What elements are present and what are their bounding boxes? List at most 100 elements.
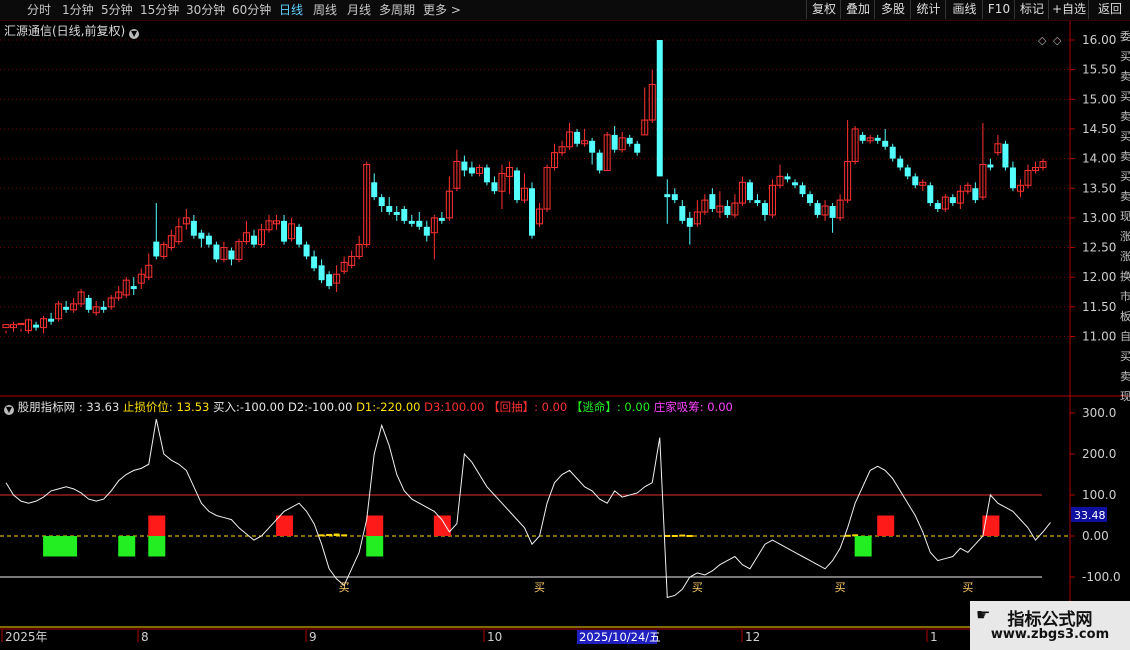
price-tick-label: 15.50 <box>1082 63 1116 77</box>
candle-body-down <box>33 324 40 328</box>
candle-body-down <box>311 256 318 269</box>
candle-body-down <box>386 206 393 212</box>
side-char: 板 <box>1120 310 1130 323</box>
candle-body-down <box>416 220 423 227</box>
candle-body-down <box>671 194 678 201</box>
candle-body-down <box>408 220 415 224</box>
period-tab-8[interactable]: 月线 <box>347 2 371 18</box>
candle-body-down <box>792 182 799 186</box>
period-tab-2[interactable]: 5分钟 <box>101 2 133 18</box>
period-tab-1[interactable]: 1分钟 <box>62 2 94 18</box>
side-char: 卖 <box>1120 190 1130 203</box>
green-signal-block <box>854 536 872 557</box>
toolbar-button-3[interactable]: 统计 <box>910 0 946 19</box>
yellow-bar <box>326 533 333 536</box>
candle-body-down <box>574 131 581 144</box>
period-tab-7[interactable]: 周线 <box>313 2 337 18</box>
price-tick-label: 15.00 <box>1082 92 1116 106</box>
toolbar-button-2[interactable]: 多股 <box>874 0 911 19</box>
side-char: 买 <box>1120 170 1130 183</box>
toolbar-button-6[interactable]: 标记 <box>1014 0 1049 19</box>
date-label: 1 <box>930 630 938 644</box>
buy-marker: 买 <box>835 581 846 594</box>
yellow-bar <box>341 534 348 537</box>
candle-body-down <box>48 318 55 322</box>
price-tick-label: 12.00 <box>1082 270 1116 284</box>
candle-body-down <box>897 158 904 168</box>
date-label: 10 <box>487 630 502 644</box>
ind-tick-label: 200.0 <box>1082 447 1116 461</box>
toolbar-button-4[interactable]: 画线 <box>945 0 983 19</box>
candle-body-down <box>326 274 333 287</box>
side-char: 涨 <box>1120 250 1130 263</box>
period-toolbar: 分时 1分钟 5分钟 15分钟 30分钟 60分钟 日线 周线 月线 多周期 更多 > 复权 叠加 多股统… <box>0 0 1130 21</box>
period-tab-3[interactable]: 15分钟 <box>140 2 179 18</box>
period-tab-9[interactable]: 多周期 <box>379 2 415 18</box>
diamond-icon: ◇ <box>1053 34 1062 47</box>
date-label: 9 <box>309 630 317 644</box>
period-tab-5[interactable]: 60分钟 <box>232 2 271 18</box>
candle-body-down <box>303 244 310 257</box>
period-tab-4[interactable]: 30分钟 <box>186 2 225 18</box>
candle-body-down <box>664 194 671 198</box>
ind-tick-label: 100.0 <box>1082 488 1116 502</box>
candle-body-down <box>912 176 919 186</box>
green-signal-block <box>118 536 136 557</box>
candle-body-down <box>205 235 212 245</box>
candle-body-down <box>927 185 934 204</box>
side-char: 现 <box>1120 390 1130 403</box>
candle-body-down <box>371 182 378 198</box>
date-label: 12 <box>745 630 760 644</box>
price-tick-label: 12.50 <box>1082 241 1116 255</box>
candle-body-down <box>250 235 257 245</box>
candle-body-down <box>529 188 536 236</box>
side-char: 换 <box>1120 270 1130 283</box>
red-signal-block <box>148 515 166 536</box>
side-char: 买 <box>1120 350 1130 363</box>
price-tick-label: 14.00 <box>1082 152 1116 166</box>
date-cursor-label: 2025/10/24/五 <box>579 630 661 644</box>
price-tick-label: 11.00 <box>1082 330 1116 344</box>
candle-body-down <box>626 137 633 144</box>
candle-body-down <box>634 143 641 153</box>
buy-marker: 买 <box>534 581 545 594</box>
toolbar-button-5[interactable]: F10 <box>982 0 1015 19</box>
candle-body-down <box>190 220 197 236</box>
candle-body-down <box>228 250 235 260</box>
candle-body-down <box>746 182 753 201</box>
side-char: 买 <box>1120 90 1130 103</box>
buy-marker: 买 <box>339 581 350 594</box>
diamond-icon: ◇ <box>1038 34 1047 47</box>
candle-body-down <box>153 241 160 257</box>
buy-marker: 买 <box>962 581 973 594</box>
candle-body-down <box>874 137 881 141</box>
yellow-bar <box>318 534 325 537</box>
candle-body-down <box>656 40 663 177</box>
period-tab-6[interactable]: 日线 <box>279 2 303 18</box>
yellow-bar <box>664 534 671 537</box>
yellow-bar <box>686 534 693 537</box>
stock-chart[interactable]: 16.00 15.50 15.00 14.50 14.00 13.50 13.00 12.50… <box>0 21 1130 650</box>
toolbar-button-1[interactable]: 叠加 <box>840 0 875 19</box>
period-tab-0[interactable]: 分时 <box>27 2 51 18</box>
red-signal-block <box>433 515 451 536</box>
green-signal-block <box>148 536 166 557</box>
candle-body-down <box>130 286 137 290</box>
watermark: ☛ 指标公式网 www.zbgs3.com <box>970 601 1130 650</box>
period-tab-10[interactable]: 更多 > <box>423 2 461 18</box>
watermark-url: www.zbgs3.com <box>990 627 1110 642</box>
side-char: 委 <box>1120 30 1130 43</box>
toolbar-button-0[interactable]: 复权 <box>806 0 841 19</box>
candle-body-down <box>829 206 836 218</box>
candle-body-down <box>987 164 994 168</box>
candle-body-down <box>63 306 70 310</box>
toolbar-button-8[interactable]: 返回 <box>1088 0 1130 19</box>
yellow-bar <box>679 534 686 537</box>
candle-body-down <box>807 194 814 204</box>
candle-body-down <box>754 200 761 204</box>
price-tick-label: 16.00 <box>1082 33 1116 47</box>
price-tick-label: 13.50 <box>1082 181 1116 195</box>
candle-body-down <box>1009 167 1016 189</box>
yellow-bar <box>844 534 851 537</box>
toolbar-button-7[interactable]: +自选 <box>1048 0 1089 19</box>
